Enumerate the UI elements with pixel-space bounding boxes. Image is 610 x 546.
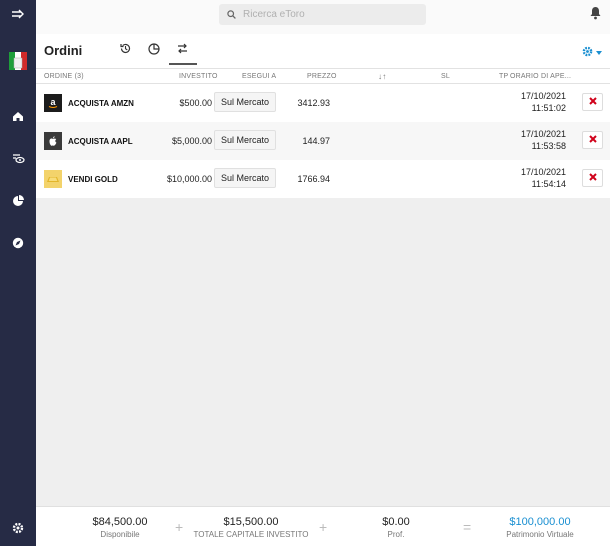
order-invested: $10,000.00 — [166, 174, 212, 184]
history-icon[interactable] — [119, 42, 132, 60]
apple-logo-icon — [44, 132, 62, 150]
discover-icon[interactable] — [0, 235, 36, 251]
table-row[interactable]: ACQUISTA AAPL $5,000.00 Sul Mercato 144.… — [36, 122, 610, 160]
search-bar[interactable]: Ricerca eToro — [219, 4, 426, 25]
order-name[interactable]: ACQUISTA AMZN — [68, 99, 134, 108]
available-balance: $84,500.00 Disponibile — [70, 516, 170, 539]
equity-label: Patrimonio Virtuale — [506, 530, 574, 539]
order-date: 17/10/2021 — [520, 129, 566, 139]
equals-sign: = — [463, 519, 472, 535]
invested-total: $15,500.00 TOTALE CAPITALE INVESTITO — [191, 516, 311, 539]
col-execute-at[interactable]: ESEGUI A — [242, 73, 276, 80]
invested-total-value: $15,500.00 — [223, 516, 279, 528]
order-open-time: 17/10/2021 11:53:58 — [521, 128, 566, 152]
portfolio-icon[interactable] — [0, 193, 36, 209]
svg-text:a: a — [50, 97, 56, 107]
sidebar — [0, 0, 36, 546]
amazon-logo-icon: a — [44, 94, 62, 112]
search-icon — [227, 10, 236, 19]
order-invested: $5,000.00 — [171, 136, 212, 146]
order-name[interactable]: VENDI GOLD — [68, 175, 118, 184]
order-invested: $500.00 — [179, 98, 212, 108]
bell-icon[interactable] — [589, 6, 602, 25]
plus-sign: + — [319, 519, 328, 535]
order-name[interactable]: ACQUISTA AAPL — [68, 137, 133, 146]
order-execute-at: Sul Mercato — [214, 130, 277, 150]
col-sl[interactable]: SL — [441, 73, 450, 80]
search-input[interactable]: Ricerca eToro — [243, 9, 305, 20]
table-settings-button[interactable] — [582, 44, 602, 62]
order-date: 17/10/2021 — [520, 91, 566, 101]
virtual-equity: $100,000.00 Patrimonio Virtuale — [490, 516, 590, 539]
cancel-order-button[interactable] — [582, 169, 603, 187]
order-open-time: 17/10/2021 11:51:02 — [521, 90, 566, 114]
order-time: 11:51:02 — [531, 103, 566, 113]
order-date: 17/10/2021 — [520, 167, 566, 177]
order-price: 3412.93 — [297, 98, 330, 108]
orders-panel: Ordini ORDINE (3) INVESTITO ESEGUI A PRE… — [36, 34, 610, 198]
page-title: Ordini — [44, 43, 83, 58]
top-bar: Ricerca eToro — [36, 0, 610, 34]
col-price[interactable]: PREZZO — [307, 73, 337, 80]
account-summary-footer: $84,500.00 Disponibile + $15,500.00 TOTA… — [36, 506, 610, 546]
profit-label: Prof. — [387, 530, 405, 539]
home-icon[interactable] — [0, 108, 36, 124]
order-price: 144.97 — [302, 136, 330, 146]
equity-value: $100,000.00 — [509, 516, 571, 528]
profit: $0.00 Prof. — [356, 516, 436, 539]
expand-arrow-icon[interactable] — [0, 6, 36, 22]
order-execute-at: Sul Mercato — [214, 168, 277, 188]
close-icon — [588, 135, 597, 145]
settings-icon[interactable] — [0, 520, 36, 536]
col-open-time[interactable]: ORARIO DI APE... — [510, 73, 571, 80]
cancel-order-button[interactable] — [582, 93, 603, 111]
sort-icon[interactable]: ↓↑ — [378, 72, 386, 81]
close-icon — [588, 173, 597, 183]
order-open-time: 17/10/2021 11:54:14 — [521, 166, 566, 190]
active-tab-indicator — [169, 63, 197, 65]
order-time: 11:53:58 — [531, 141, 566, 151]
available-label: Disponibile — [100, 530, 140, 539]
available-value: $84,500.00 — [92, 516, 148, 528]
invested-total-label: TOTALE CAPITALE INVESTITO — [193, 530, 309, 539]
col-tp[interactable]: TP — [499, 73, 508, 80]
chevron-down-icon — [596, 51, 602, 55]
italy-flag-icon[interactable] — [0, 51, 36, 71]
profit-value: $0.00 — [382, 516, 410, 528]
cancel-order-button[interactable] — [582, 131, 603, 149]
col-invested[interactable]: INVESTITO — [179, 73, 218, 80]
col-order[interactable]: ORDINE (3) — [44, 73, 84, 80]
watchlist-icon[interactable] — [0, 150, 36, 166]
order-price: 1766.94 — [297, 174, 330, 184]
order-execute-at: Sul Mercato — [214, 92, 277, 112]
gear-icon — [582, 44, 593, 62]
close-icon — [588, 97, 597, 107]
plus-sign: + — [175, 519, 184, 535]
transfer-arrows-icon[interactable] — [176, 42, 189, 60]
portfolio-pie-icon[interactable] — [147, 42, 161, 61]
table-row[interactable]: VENDI GOLD $10,000.00 Sul Mercato 1766.9… — [36, 160, 610, 198]
table-row[interactable]: a ACQUISTA AMZN $500.00 Sul Mercato 3412… — [36, 84, 610, 122]
gold-bar-icon — [44, 170, 62, 188]
table-header: ORDINE (3) INVESTITO ESEGUI A PREZZO ↓↑ … — [36, 68, 610, 84]
order-time: 11:54:14 — [531, 179, 566, 189]
